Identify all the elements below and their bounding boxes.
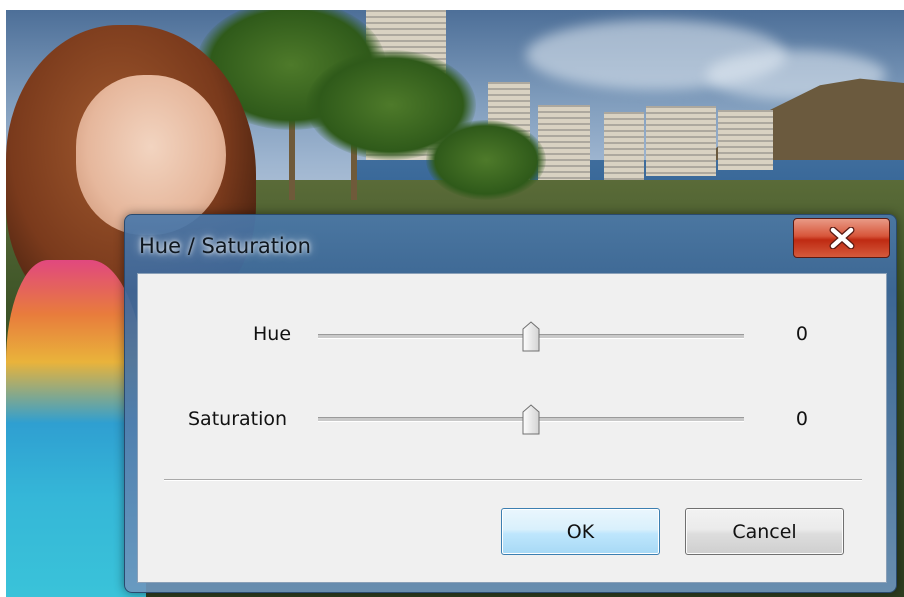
hue-slider-thumb[interactable] xyxy=(521,321,541,353)
photo-palm xyxy=(426,120,546,200)
photo-building xyxy=(646,106,716,176)
dialog-title: Hue / Saturation xyxy=(139,234,311,258)
saturation-value: 0 xyxy=(795,408,808,430)
saturation-slider[interactable] xyxy=(318,404,744,436)
close-button[interactable] xyxy=(793,218,890,258)
cancel-button[interactable]: Cancel xyxy=(685,508,844,555)
dialog-titlebar[interactable]: Hue / Saturation xyxy=(125,215,896,273)
saturation-slider-thumb[interactable] xyxy=(521,404,541,436)
close-icon xyxy=(829,227,855,249)
saturation-label: Saturation xyxy=(188,408,288,430)
hue-value: 0 xyxy=(795,323,808,345)
photo-girl-face xyxy=(76,75,226,235)
dialog-content: Hue 0 Saturation 0 OK Cancel xyxy=(137,273,887,583)
hue-saturation-dialog: Hue / Saturation Hue 0 Saturation 0 OK C… xyxy=(124,214,897,593)
dialog-separator xyxy=(164,479,862,481)
hue-slider[interactable] xyxy=(318,321,744,353)
hue-label: Hue xyxy=(253,323,292,345)
photo-building xyxy=(718,110,773,170)
ok-button[interactable]: OK xyxy=(501,508,660,555)
